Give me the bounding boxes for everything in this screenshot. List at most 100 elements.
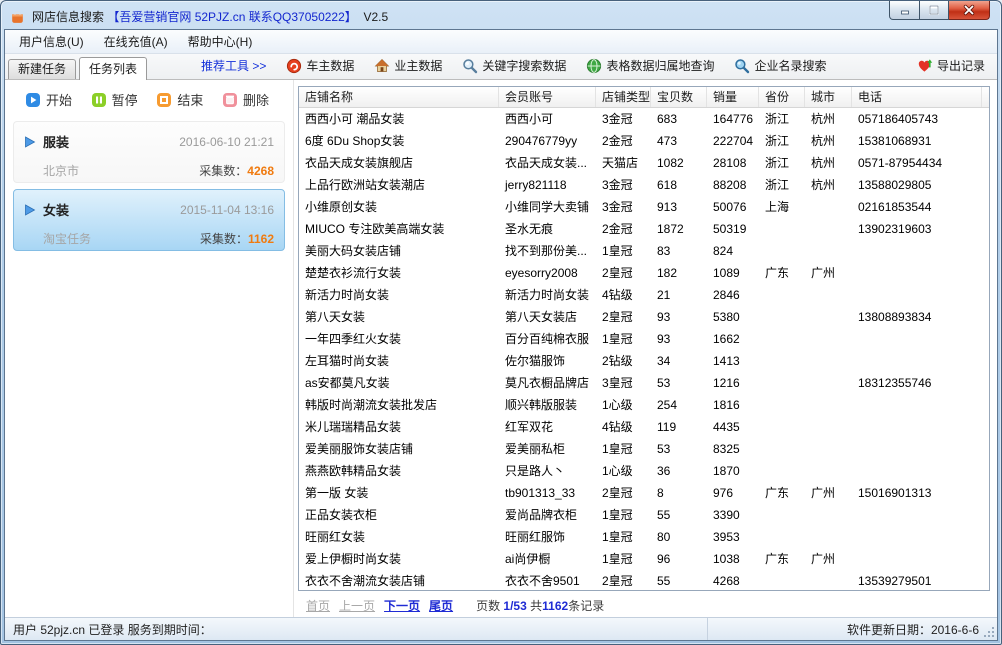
cell-item-count: 55 [651, 570, 707, 591]
table-row[interactable]: 美丽大码女装店铺 找不到那份美... 1皇冠 83 824 [299, 240, 989, 262]
next-page-link[interactable]: 下一页 [384, 597, 420, 614]
control-label: 删除 [243, 90, 269, 109]
cell-account: 红军双花 [499, 416, 596, 438]
resize-grip[interactable] [985, 628, 994, 637]
col-city[interactable]: 城市 [805, 87, 852, 107]
table-row[interactable]: 小维原创女装 小维同学大卖铺 3金冠 913 50076 上海 02161853… [299, 196, 989, 218]
cell-account: jerry821118 [499, 174, 596, 196]
cell-item-count: 96 [651, 548, 707, 570]
cell-province: 浙江 [759, 130, 805, 152]
cell-city [805, 570, 852, 591]
menu-bar: 用户信息(U) 在线充值(A) 帮助中心(H) [5, 30, 997, 54]
table-row[interactable]: 正品女装衣柜 爱尚品牌衣柜 1皇冠 55 3390 [299, 504, 989, 526]
car-data-icon [286, 58, 302, 74]
menu-help-center[interactable]: 帮助中心(H) [178, 29, 263, 54]
minimize-button[interactable] [889, 1, 920, 20]
cell-shop-type: 3金冠 [596, 196, 651, 218]
control-label: 暂停 [112, 90, 138, 109]
export-records-button[interactable]: 导出记录 [917, 57, 985, 74]
maximize-button[interactable] [920, 1, 949, 20]
cell-shop-name: 韩版时尚潮流女装批发店 [299, 394, 499, 416]
table-row[interactable]: 新活力时尚女装 新活力时尚女装 4钻级 21 2846 [299, 284, 989, 306]
table-row[interactable]: 一年四季红火女装 百分百纯棉衣服 1皇冠 93 1662 [299, 328, 989, 350]
cell-province [759, 372, 805, 394]
pause-icon [91, 92, 107, 108]
col-shop-type[interactable]: 店铺类型 [596, 87, 651, 107]
cell-province [759, 284, 805, 306]
task-date: 2016-06-10 21:21 [179, 135, 274, 149]
cell-item-count: 53 [651, 438, 707, 460]
cell-province: 广东 [759, 262, 805, 284]
menu-online-recharge[interactable]: 在线充值(A) [94, 29, 178, 54]
cell-province [759, 570, 805, 591]
status-user-info: 用户 52pjz.cn 已登录 服务到期时间： [5, 618, 708, 640]
table-row[interactable]: 燕燕欧韩精品女装 只是路人丶 1心级 36 1870 [299, 460, 989, 482]
col-account[interactable]: 会员账号 [499, 87, 596, 107]
task-card-nvzhuang[interactable]: 女装 2015-11-04 13:16 淘宝任务 采集数：1162 [13, 189, 285, 251]
cell-item-count: 34 [651, 350, 707, 372]
table-row[interactable]: 第八天女装 第八天女装店 2皇冠 93 5380 13808893834 [299, 306, 989, 328]
prev-page-link[interactable]: 上一页 [339, 597, 375, 614]
cell-province: 广东 [759, 548, 805, 570]
cell-shop-type: 3皇冠 [596, 372, 651, 394]
table-header: 店铺名称 会员账号 店铺类型 宝贝数 销量 省份 城市 电话 [299, 87, 989, 108]
table-row[interactable]: 左耳猫时尚女装 佐尔猫服饰 2钻级 34 1413 [299, 350, 989, 372]
table-row[interactable]: 爱上伊橱时尚女装 ai尚伊橱 1皇冠 96 1038 广东 广州 [299, 548, 989, 570]
table-row[interactable]: MIUCO 专注欧美高端女装 圣水无痕 2金冠 1872 50319 13902… [299, 218, 989, 240]
last-page-link[interactable]: 尾页 [429, 597, 453, 614]
first-page-link[interactable]: 首页 [306, 597, 330, 614]
close-button[interactable] [949, 1, 990, 20]
delete-button[interactable]: 删除 [222, 90, 269, 109]
cell-sales: 164776 [707, 108, 759, 130]
cell-sales: 1038 [707, 548, 759, 570]
menu-user-info[interactable]: 用户信息(U) [9, 29, 94, 54]
cell-shop-name: 楚楚衣衫流行女装 [299, 262, 499, 284]
cell-phone [852, 416, 982, 438]
stop-icon [156, 92, 172, 108]
cell-shop-name: 新活力时尚女装 [299, 284, 499, 306]
recommended-tools-link[interactable]: 推荐工具 >> [201, 57, 266, 74]
tab-new-task[interactable]: 新建任务 [8, 59, 76, 79]
stop-button[interactable]: 结束 [156, 90, 203, 109]
tab-task-list[interactable]: 任务列表 [79, 57, 147, 80]
table-row[interactable]: as安都莫凡女装 莫凡衣橱品牌店 3皇冠 53 1216 18312355746 [299, 372, 989, 394]
table-row[interactable]: 西西小可 潮品女装 西西小可 3金冠 683 164776 浙江 杭州 0571… [299, 108, 989, 130]
table-row[interactable]: 上品行欧洲站女装潮店 jerry821118 3金冠 618 88208 浙江 … [299, 174, 989, 196]
table-row[interactable]: 韩版时尚潮流女装批发店 顺兴韩版服装 1心级 254 1816 [299, 394, 989, 416]
globe-icon [586, 58, 602, 74]
start-button[interactable]: 开始 [25, 90, 72, 109]
col-shop-name[interactable]: 店铺名称 [299, 87, 499, 107]
task-card-fuzhuang[interactable]: 服装 2016-06-10 21:21 北京市 采集数：4268 [13, 121, 285, 183]
col-item-count[interactable]: 宝贝数 [651, 87, 707, 107]
table-row[interactable]: 第一版 女装 tb901313_33 2皇冠 8 976 广东 广州 15016… [299, 482, 989, 504]
table-row[interactable]: 楚楚衣衫流行女装 eyesorry2008 2皇冠 182 1089 广东 广州 [299, 262, 989, 284]
table-row[interactable]: 米儿瑞瑞精品女装 红军双花 4钻级 119 4435 [299, 416, 989, 438]
task-panel: 开始 暂停 结束 删除 [5, 80, 294, 617]
table-body: 西西小可 潮品女装 西西小可 3金冠 683 164776 浙江 杭州 0571… [299, 108, 989, 591]
cell-account: tb901313_33 [499, 482, 596, 504]
pause-button[interactable]: 暂停 [91, 90, 138, 109]
keyword-search-icon [462, 58, 478, 74]
task-count: 采集数：4268 [199, 162, 274, 179]
toolbar-car-data[interactable]: 车主数据 [286, 57, 354, 74]
cell-city [805, 284, 852, 306]
table-row[interactable]: 衣衣不舍潮流女装店铺 衣衣不舍9501 2皇冠 55 4268 13539279… [299, 570, 989, 591]
col-province[interactable]: 省份 [759, 87, 805, 107]
title-bar[interactable]: 网店信息搜索 【吾爱营销官网 52PJZ.cn 联系QQ37050222】 V2… [1, 1, 1001, 28]
toolbar-company-directory-search[interactable]: 企业名录搜索 [734, 57, 826, 74]
col-sales[interactable]: 销量 [707, 87, 759, 107]
table-row[interactable]: 旺丽红女装 旺丽红服饰 1皇冠 80 3953 [299, 526, 989, 548]
cell-shop-type: 1心级 [596, 394, 651, 416]
status-bar: 用户 52pjz.cn 已登录 服务到期时间： 软件更新日期：2016-6-6 [5, 617, 997, 640]
cell-shop-name: 爱上伊橱时尚女装 [299, 548, 499, 570]
col-phone[interactable]: 电话 [852, 87, 982, 107]
table-row[interactable]: 6度 6Du Shop女装 290476779yy 2金冠 473 222704… [299, 130, 989, 152]
table-row[interactable]: 爱美丽服饰女装店铺 爱美丽私柜 1皇冠 53 8325 [299, 438, 989, 460]
cell-sales: 3390 [707, 504, 759, 526]
toolbar-owner-data[interactable]: 业主数据 [374, 57, 442, 74]
toolbar-keyword-search-data[interactable]: 关键字搜索数据 [462, 57, 566, 74]
toolbar-table-geo-lookup[interactable]: 表格数据归属地查询 [586, 57, 714, 74]
cell-sales: 4435 [707, 416, 759, 438]
cell-city [805, 394, 852, 416]
table-row[interactable]: 衣品天成女装旗舰店 衣品天成女装... 天猫店 1082 28108 浙江 杭州… [299, 152, 989, 174]
